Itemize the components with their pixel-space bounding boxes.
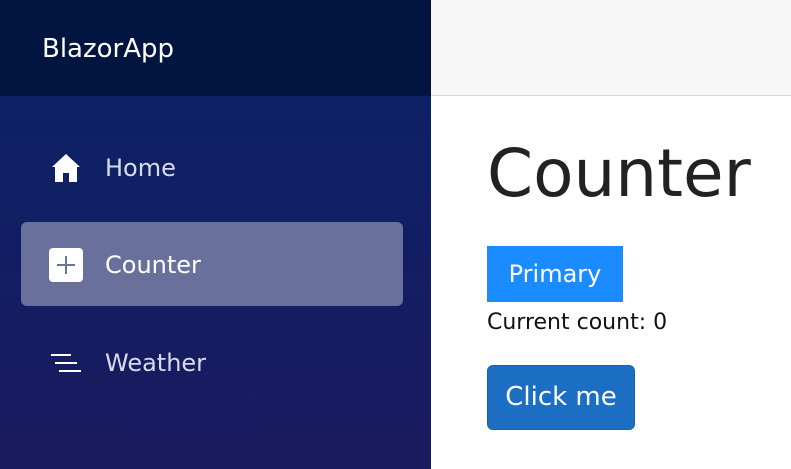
brand-bar: BlazorApp	[0, 0, 431, 96]
page-title: Counter	[487, 135, 751, 212]
sidebar: BlazorApp Home Counter Weather	[0, 0, 431, 469]
top-row	[431, 0, 791, 96]
main-content: Counter Primary Current count: 0 Click m…	[431, 96, 791, 469]
app-window: BlazorApp Home Counter Weather Counter P…	[0, 0, 791, 469]
sidebar-item-label: Weather	[105, 349, 207, 377]
sidebar-item-counter[interactable]: Counter	[21, 222, 403, 306]
current-count-text: Current count: 0	[487, 310, 668, 335]
sidebar-item-label: Counter	[105, 251, 201, 279]
primary-button[interactable]: Primary	[487, 246, 623, 302]
click-me-button[interactable]: Click me	[487, 365, 635, 430]
plus-square-icon	[49, 248, 83, 282]
sidebar-item-weather[interactable]: Weather	[21, 320, 403, 404]
list-icon	[49, 346, 83, 380]
home-icon	[49, 151, 83, 185]
brand-link[interactable]: BlazorApp	[42, 31, 174, 67]
sidebar-item-home[interactable]: Home	[21, 125, 403, 209]
sidebar-item-label: Home	[105, 154, 176, 182]
